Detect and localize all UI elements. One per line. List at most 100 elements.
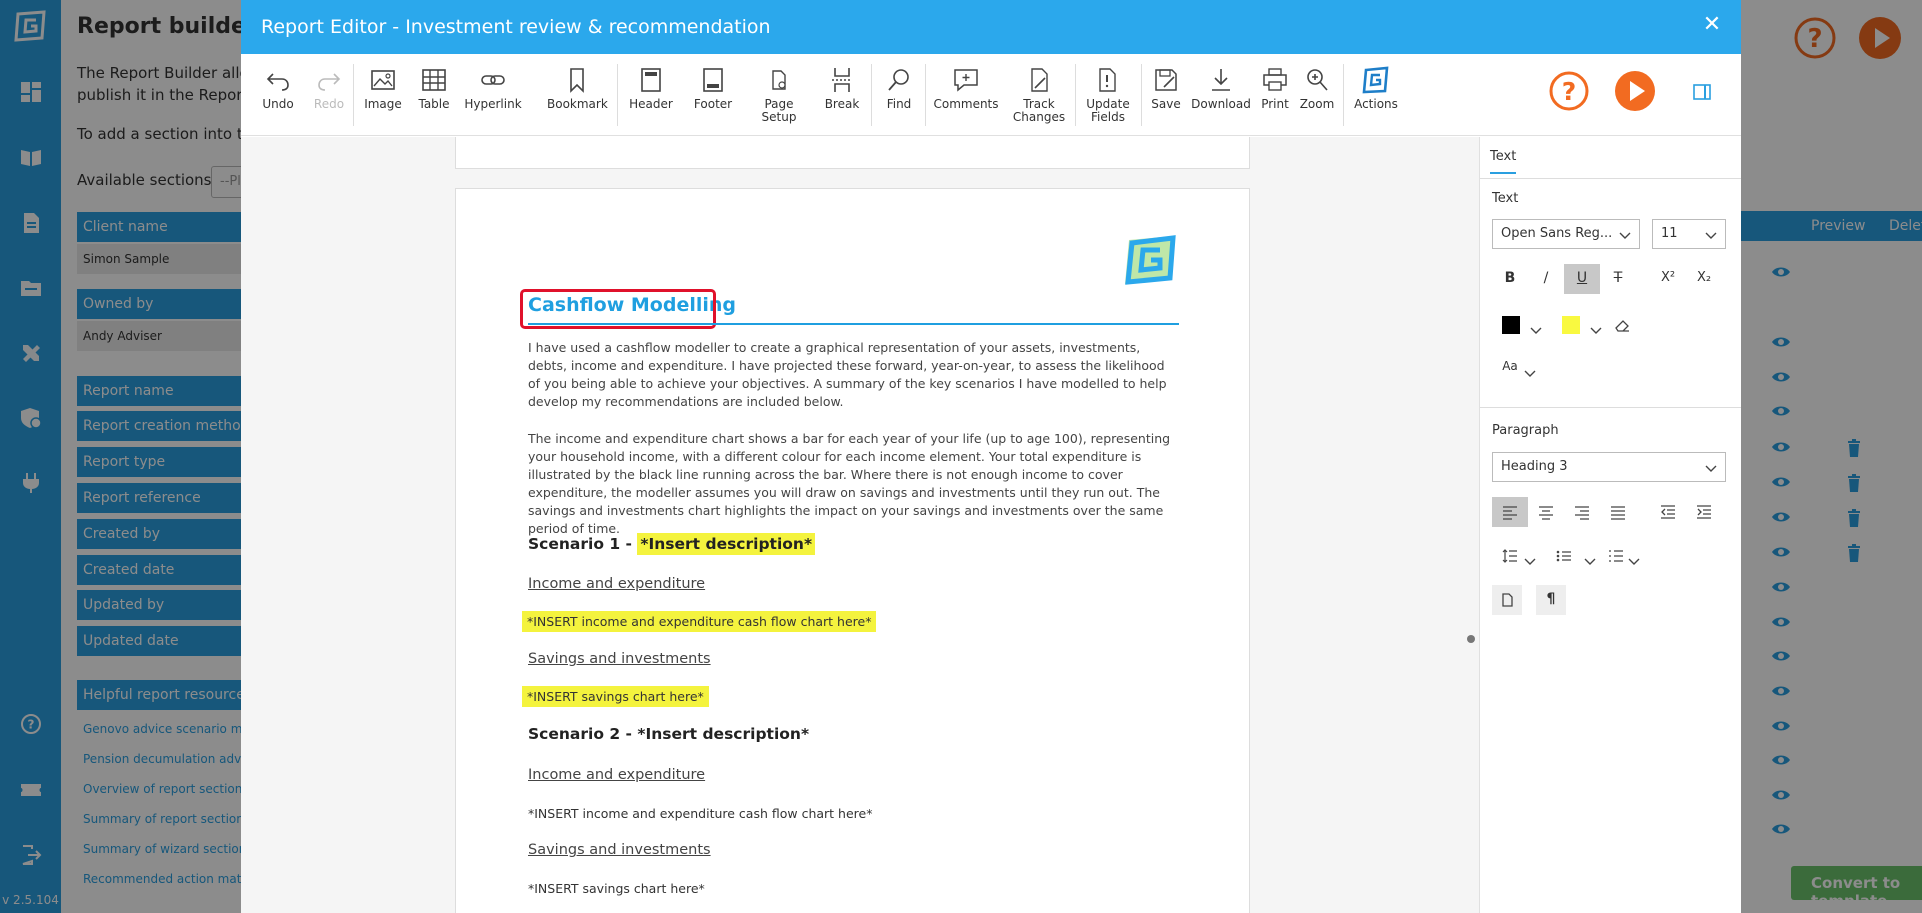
text-section-label: Text — [1492, 191, 1519, 206]
paragraph-section-label: Paragraph — [1492, 423, 1559, 438]
undo-button[interactable]: Undo — [255, 66, 301, 111]
comment-icon — [952, 66, 980, 94]
subscript-button[interactable]: X₂ — [1686, 264, 1722, 294]
decrease-indent-button[interactable] — [1650, 497, 1686, 527]
line-spacing-button[interactable] — [1492, 541, 1528, 571]
insert-chart-placeholder[interactable]: *INSERT savings chart here* — [528, 881, 705, 896]
image-button[interactable]: Image — [359, 66, 407, 111]
hyperlink-button[interactable]: Hyperlink — [463, 66, 523, 111]
superscript-button[interactable]: X² — [1650, 264, 1686, 294]
panel-toggle-icon[interactable] — [1693, 84, 1711, 100]
align-right-button[interactable] — [1564, 497, 1600, 527]
chevron-down-icon[interactable] — [1524, 363, 1536, 377]
close-icon[interactable]: ✕ — [1699, 12, 1725, 38]
font-family-select[interactable]: Open Sans Reg... — [1492, 219, 1640, 249]
bookmark-button[interactable]: Bookmark — [547, 66, 608, 111]
intro-paragraph[interactable]: I have used a cashflow modeller to creat… — [528, 339, 1179, 411]
underline-button[interactable]: U — [1564, 264, 1600, 294]
savings-investments-subheading[interactable]: Savings and investments — [528, 842, 711, 858]
income-expenditure-subheading[interactable]: Income and expenditure — [528, 576, 705, 592]
panel-divider — [1480, 407, 1741, 408]
track-changes-icon — [1025, 66, 1053, 94]
link-icon — [479, 66, 507, 94]
toolbar-divider — [871, 64, 872, 126]
update-fields-icon — [1094, 66, 1122, 94]
insert-chart-placeholder[interactable]: *INSERT income and expenditure cash flow… — [528, 806, 872, 821]
bullet-list-button[interactable] — [1546, 541, 1582, 571]
update-fields-button[interactable]: Update Fields — [1081, 66, 1135, 124]
print-icon — [1261, 66, 1289, 94]
tab-text[interactable]: Text — [1490, 149, 1517, 174]
find-button[interactable]: Find — [877, 66, 921, 111]
numbered-list-icon — [1607, 550, 1625, 569]
strikethrough-button[interactable]: T — [1600, 264, 1636, 294]
eraser-icon — [1613, 320, 1631, 338]
help-icon[interactable]: ? — [1548, 70, 1590, 112]
break-button[interactable]: Break — [819, 66, 865, 111]
justify-icon — [1609, 506, 1627, 525]
clear-formatting-button[interactable] — [1604, 310, 1640, 340]
redo-button[interactable]: Redo — [307, 66, 351, 111]
table-icon — [420, 66, 448, 94]
zoom-button[interactable]: Zoom — [1297, 66, 1337, 111]
toolbar-divider — [1075, 64, 1076, 126]
actions-logo-icon — [1362, 66, 1390, 94]
font-size-select[interactable]: 11 — [1652, 219, 1726, 249]
document-page[interactable]: Cashflow Modelling I have used a cashflo… — [455, 188, 1250, 913]
footer-icon — [699, 66, 727, 94]
chevron-down-icon[interactable] — [1530, 320, 1542, 334]
chevron-down-icon[interactable] — [1590, 320, 1602, 334]
modal-title: Report Editor - Investment review & reco… — [241, 0, 1741, 54]
report-editor-modal: Report Editor - Investment review & reco… — [241, 0, 1741, 913]
editor-toolbar: Undo Redo Image Table Hyperlink Bookmark… — [241, 54, 1741, 136]
toolbar-divider — [925, 64, 926, 126]
align-center-button[interactable] — [1528, 497, 1564, 527]
document-area[interactable]: Cashflow Modelling I have used a cashflo… — [241, 137, 1479, 913]
justify-button[interactable] — [1600, 497, 1636, 527]
page-setup-button[interactable]: Page Setup — [753, 66, 805, 124]
indent-icon — [1695, 505, 1713, 525]
search-icon — [885, 66, 913, 94]
savings-investments-subheading[interactable]: Savings and investments — [528, 651, 711, 667]
insert-chart-placeholder[interactable]: *INSERT savings chart here* — [522, 686, 709, 707]
properties-panel: Text Text Open Sans Reg... 11 B / U T X²… — [1479, 137, 1741, 913]
chevron-down-icon[interactable] — [1584, 551, 1596, 565]
toolbar-divider — [1141, 64, 1142, 126]
align-left-button[interactable] — [1492, 497, 1528, 527]
panel-resize-handle[interactable] — [1467, 635, 1475, 643]
paragraph-settings-button[interactable] — [1492, 585, 1522, 615]
italic-button[interactable]: / — [1528, 264, 1564, 294]
chevron-down-icon[interactable] — [1628, 551, 1640, 565]
bullet-list-icon — [1555, 550, 1573, 569]
table-button[interactable]: Table — [411, 66, 457, 111]
panel-divider — [1480, 178, 1741, 179]
scenario-1-heading[interactable]: Scenario 1 - *Insert description* — [528, 533, 816, 555]
scenario-2-heading[interactable]: Scenario 2 - *Insert description* — [528, 725, 809, 743]
font-color-swatch[interactable] — [1502, 316, 1520, 334]
comments-button[interactable]: Comments — [931, 66, 1001, 111]
actions-button[interactable]: Actions — [1351, 66, 1401, 111]
chevron-down-icon — [1705, 462, 1717, 472]
chart-explanation-paragraph[interactable]: The income and expenditure chart shows a… — [528, 430, 1179, 538]
play-icon[interactable] — [1614, 70, 1656, 112]
toolbar-divider — [353, 64, 354, 126]
save-icon — [1152, 66, 1180, 94]
scenario-1-description: *Insert description* — [637, 533, 816, 555]
footer-button[interactable]: Footer — [687, 66, 739, 111]
income-expenditure-subheading[interactable]: Income and expenditure — [528, 767, 705, 783]
download-button[interactable]: Download — [1191, 66, 1251, 111]
save-button[interactable]: Save — [1145, 66, 1187, 111]
print-button[interactable]: Print — [1257, 66, 1293, 111]
highlight-color-swatch[interactable] — [1562, 316, 1580, 334]
bold-button[interactable]: B — [1492, 264, 1528, 294]
toolbar-divider — [617, 64, 618, 126]
insert-chart-placeholder[interactable]: *INSERT income and expenditure cash flow… — [522, 611, 877, 632]
page-setup-icon — [765, 66, 793, 94]
show-formatting-marks-button[interactable]: ¶ — [1536, 585, 1566, 615]
change-case-button[interactable]: Aa — [1492, 353, 1528, 383]
header-button[interactable]: Header — [625, 66, 677, 111]
track-changes-button[interactable]: Track Changes — [1009, 66, 1069, 124]
chevron-down-icon[interactable] — [1524, 551, 1536, 565]
increase-indent-button[interactable] — [1686, 497, 1722, 527]
paragraph-style-select[interactable]: Heading 3 — [1492, 452, 1726, 482]
